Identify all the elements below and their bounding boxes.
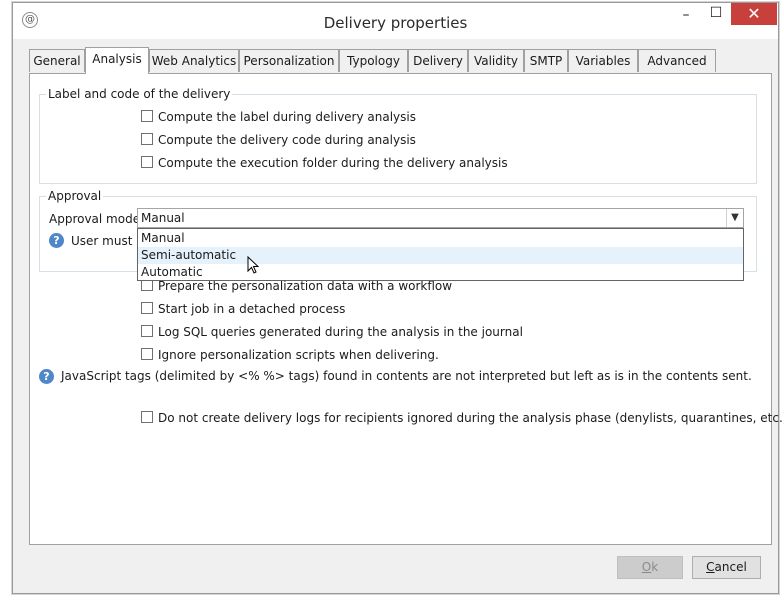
window-title: Delivery properties: [323, 14, 468, 32]
checkbox-label: Ignore personalization scripts when deli…: [158, 348, 439, 362]
checkbox-label: Compute the delivery code during analysi…: [158, 133, 416, 147]
dialog-window: @ Delivery properties – ☐ ✕ General Anal…: [12, 2, 784, 594]
approval-mode-value: Manual: [141, 211, 185, 225]
ok-label-rest: k: [651, 560, 659, 574]
close-button[interactable]: ✕: [731, 3, 777, 25]
tab-analysis[interactable]: Analysis: [85, 47, 149, 74]
option-semi-automatic[interactable]: Semi-automatic: [138, 247, 743, 264]
checkbox-box[interactable]: [141, 156, 153, 168]
checkbox-label: Start job in a detached process: [158, 302, 346, 316]
option-manual[interactable]: Manual: [138, 230, 743, 247]
tab-variables[interactable]: Variables: [568, 49, 638, 72]
cancel-mnemonic: C: [706, 560, 715, 574]
checkbox-box[interactable]: [141, 348, 153, 360]
checkbox-box[interactable]: [141, 325, 153, 337]
tab-web-analytics[interactable]: Web Analytics: [149, 49, 239, 72]
close-icon: ✕: [747, 4, 761, 23]
approval-legend: Approval: [48, 189, 102, 203]
javascript-note: JavaScript tags (delimited by <% %> tags…: [61, 369, 752, 383]
cancel-button[interactable]: Cancel: [692, 556, 761, 579]
ok-mnemonic: O: [641, 560, 652, 574]
help-icon: ?: [49, 233, 64, 248]
minimize-button[interactable]: –: [673, 7, 699, 29]
label-code-legend: Label and code of the delivery: [48, 87, 231, 101]
ok-button[interactable]: Ok: [617, 556, 683, 579]
mouse-cursor-icon: [247, 256, 260, 274]
checkbox-box[interactable]: [141, 133, 153, 145]
tab-general[interactable]: General: [29, 49, 85, 72]
cancel-label-rest: ancel: [714, 560, 747, 574]
option-automatic[interactable]: Automatic: [138, 264, 743, 281]
checkbox-label: Compute the execution folder during the …: [158, 156, 508, 170]
maximize-button[interactable]: ☐: [703, 5, 729, 27]
tab-smtp[interactable]: SMTP: [524, 49, 568, 72]
help-icon: ?: [39, 369, 54, 384]
approval-mode-dropdown: Manual Semi-automatic Automatic: [137, 228, 744, 281]
checkbox-box[interactable]: [141, 302, 153, 314]
chevron-down-icon[interactable]: ▼: [726, 209, 743, 227]
tab-typology[interactable]: Typology: [339, 49, 408, 72]
tab-delivery[interactable]: Delivery: [408, 49, 468, 72]
approval-mode-select[interactable]: Manual ▼: [137, 208, 744, 228]
tab-personalization[interactable]: Personalization: [239, 49, 339, 72]
tab-advanced[interactable]: Advanced: [638, 49, 716, 72]
approval-mode-label: Approval mode:: [49, 212, 145, 226]
analysis-panel: Label and code of the delivery Compute t…: [29, 73, 784, 545]
title-bar[interactable]: @ Delivery properties – ☐ ✕: [13, 3, 778, 39]
checkbox-box[interactable]: [141, 411, 153, 423]
checkbox-box[interactable]: [141, 110, 153, 122]
checkbox-label: Do not create delivery logs for recipien…: [158, 411, 784, 425]
tab-validity[interactable]: Validity: [468, 49, 524, 72]
checkbox-label: Log SQL queries generated during the ana…: [158, 325, 523, 339]
checkbox-label: Compute the label during delivery analys…: [158, 110, 416, 124]
